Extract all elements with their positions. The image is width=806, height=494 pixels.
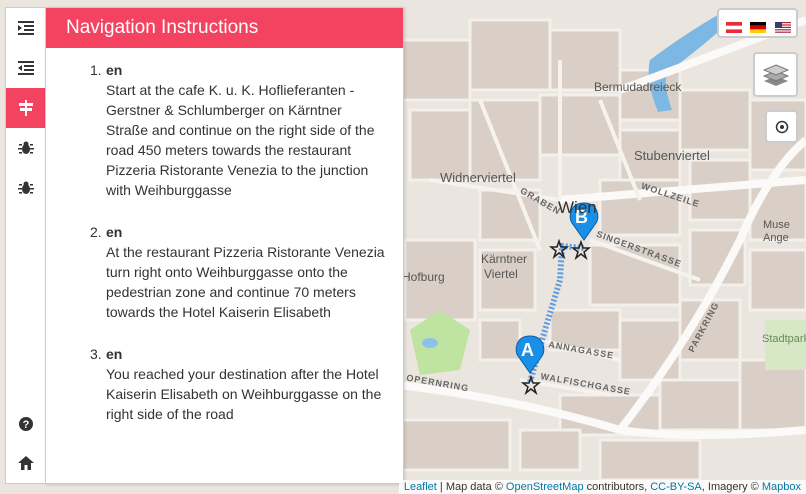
label-wildnerviertel: Widnerviertel	[440, 170, 516, 185]
step-number: 2.	[90, 224, 102, 240]
help-icon[interactable]: ?	[6, 404, 46, 444]
step-number: 3.	[90, 346, 102, 362]
locate-button[interactable]	[765, 110, 798, 143]
step-language: en	[106, 346, 123, 362]
label-karntner-1: Kärntner	[481, 252, 528, 266]
step-number: 1.	[90, 62, 102, 78]
list-outdent-icon[interactable]	[6, 48, 46, 88]
panel-title: Navigation Instructions	[46, 8, 403, 48]
leaflet-link[interactable]: Leaflet	[404, 481, 437, 493]
instruction-list: 1. en Start at the cafe K. u. K. Hoflief…	[46, 60, 403, 424]
license-link[interactable]: CC-BY-SA	[650, 481, 702, 493]
bug-icon[interactable]	[6, 128, 46, 168]
at-flag-icon[interactable]	[726, 20, 742, 34]
step-text: Start at the cafe K. u. K. Hoflieferante…	[106, 82, 375, 198]
locate-icon	[775, 120, 788, 133]
label-stadtpark: Stadtpark	[762, 333, 806, 345]
marker-a-label: A	[521, 340, 534, 360]
us-flag-icon[interactable]	[774, 20, 791, 34]
de-flag-icon[interactable]	[750, 20, 767, 34]
label-karntner-2: Viertel	[484, 267, 518, 281]
list-indent-icon[interactable]	[6, 8, 46, 48]
bug-icon[interactable]	[6, 168, 46, 208]
attribution-text: | Map data ©	[436, 481, 506, 493]
instruction-step: 2. en At the restaurant Pizzeria Ristora…	[90, 222, 403, 322]
label-bermudadreieck: Bermudadreieck	[594, 80, 682, 94]
osm-link[interactable]: OpenStreetMap	[506, 481, 584, 493]
home-icon[interactable]	[6, 443, 46, 483]
language-control	[717, 8, 798, 38]
sidebar: ?	[5, 7, 46, 484]
svg-text:?: ?	[23, 419, 30, 431]
instructions-panel: Navigation Instructions 1. en Start at t…	[45, 7, 404, 484]
attribution-text: contributors,	[583, 481, 651, 493]
step-text: You reached your destination after the H…	[106, 366, 382, 422]
instruction-step: 1. en Start at the cafe K. u. K. Hoflief…	[90, 60, 403, 200]
map-attribution: Leaflet | Map data © OpenStreetMap contr…	[398, 480, 806, 494]
label-hofburg: Hofburg	[402, 270, 445, 284]
step-language: en	[106, 62, 123, 78]
label-museum-2: Ange	[763, 232, 789, 244]
label-stubenviertel: Stubenviertel	[634, 148, 710, 163]
instruction-step: 3. en You reached your destination after…	[90, 344, 403, 424]
layers-button[interactable]	[753, 52, 798, 97]
layers-icon	[762, 63, 789, 86]
mapbox-link[interactable]: Mapbox	[762, 481, 801, 493]
attribution-text: , Imagery ©	[701, 481, 762, 493]
step-language: en	[106, 224, 123, 240]
label-museum-1: Muse	[763, 219, 790, 231]
step-text: At the restaurant Pizzeria Ristorante Ve…	[106, 244, 385, 320]
label-wien: Wien	[558, 198, 597, 217]
signpost-icon[interactable]	[6, 88, 46, 128]
